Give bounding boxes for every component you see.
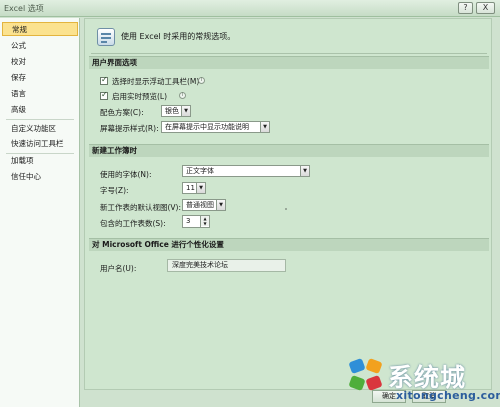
section-header-new-workbook: 新建工作簿时 bbox=[89, 144, 489, 157]
sidebar-divider bbox=[6, 119, 74, 120]
font-label: 使用的字体(N): bbox=[100, 170, 152, 179]
header-divider bbox=[91, 53, 487, 54]
sidebar-item-quick-access-toolbar[interactable]: 快速访问工具栏 bbox=[0, 137, 79, 151]
font-size-value: 11 bbox=[186, 184, 195, 192]
options-content-pane: 使用 Excel 时采用的常规选项。 用户界面选项 选择时显示浮动工具栏(M) … bbox=[84, 18, 492, 390]
icon-stroke bbox=[101, 41, 107, 43]
info-icon: i bbox=[179, 92, 186, 99]
live-preview-checkbox[interactable] bbox=[100, 90, 108, 100]
icon-stroke bbox=[101, 33, 111, 35]
screentip-style-label: 屏幕提示样式(R): bbox=[100, 124, 159, 133]
mini-toolbar-checkbox[interactable] bbox=[100, 75, 108, 85]
screentip-style-dropdown[interactable]: 在屏幕提示中显示功能说明 ▼ bbox=[161, 121, 270, 133]
color-scheme-value: 银色 bbox=[165, 107, 179, 115]
font-size-dropdown[interactable]: 11 ▼ bbox=[182, 182, 206, 194]
logo-blade-green bbox=[348, 374, 366, 392]
sheet-count-value: 3 bbox=[186, 217, 191, 225]
sidebar-item-proofing[interactable]: 校对 bbox=[0, 55, 79, 69]
stray-dot bbox=[285, 208, 287, 210]
mini-toolbar-label: 选择时显示浮动工具栏(M) bbox=[112, 77, 200, 86]
chevron-down-icon: ▼ bbox=[181, 106, 190, 116]
sidebar-item-trust-center[interactable]: 信任中心 bbox=[0, 170, 79, 184]
icon-stroke bbox=[101, 37, 111, 39]
close-button[interactable]: X bbox=[476, 2, 495, 14]
sidebar-item-add-ins[interactable]: 加载项 bbox=[0, 154, 79, 168]
chevron-down-icon: ▼ bbox=[216, 200, 225, 210]
chevron-down-icon: ▼ bbox=[260, 122, 269, 132]
chevron-down-icon: ▼ bbox=[196, 183, 205, 193]
page-description: 使用 Excel 时采用的常规选项。 bbox=[121, 32, 236, 41]
screentip-style-value: 在屏幕提示中显示功能说明 bbox=[165, 123, 249, 131]
sidebar-item-save[interactable]: 保存 bbox=[0, 71, 79, 85]
logo-blade-red bbox=[365, 374, 383, 392]
logo-blade-blue bbox=[348, 357, 366, 375]
watermark-url: xitongcheng.com bbox=[396, 389, 500, 402]
sidebar-item-formulas[interactable]: 公式 bbox=[0, 39, 79, 53]
sheet-count-spinner[interactable]: 3 ▲ ▼ bbox=[182, 215, 210, 228]
sidebar-item-advanced[interactable]: 高级 bbox=[0, 103, 79, 117]
default-view-dropdown[interactable]: 普通视图 ▼ bbox=[182, 199, 226, 211]
general-options-icon bbox=[97, 28, 115, 46]
username-field[interactable]: 深度完美技术论坛 bbox=[167, 259, 286, 272]
help-button[interactable]: ? bbox=[458, 2, 473, 14]
watermark-logo-icon bbox=[348, 357, 383, 392]
section-header-personalize: 对 Microsoft Office 进行个性化设置 bbox=[89, 238, 489, 251]
sidebar-item-customize-ribbon[interactable]: 自定义功能区 bbox=[0, 122, 79, 136]
font-dropdown[interactable]: 正文字体 ▼ bbox=[182, 165, 310, 177]
title-bar: Excel 选项 ? X bbox=[0, 0, 500, 17]
logo-blade-orange bbox=[365, 357, 383, 375]
default-view-value: 普通视图 bbox=[186, 201, 214, 209]
section-header-ui-options: 用户界面选项 bbox=[89, 56, 489, 69]
chevron-down-icon: ▼ bbox=[300, 166, 309, 176]
live-preview-label: 启用实时预览(L) bbox=[112, 92, 168, 101]
sidebar-item-general[interactable]: 常规 bbox=[2, 22, 78, 36]
font-size-label: 字号(Z): bbox=[100, 186, 129, 195]
options-sidebar: 常规 公式 校对 保存 语言 高级 自定义功能区 快速访问工具栏 加载项 信任中… bbox=[0, 18, 80, 407]
font-value: 正文字体 bbox=[186, 167, 214, 175]
color-scheme-dropdown[interactable]: 银色 ▼ bbox=[161, 105, 191, 117]
color-scheme-label: 配色方案(C): bbox=[100, 108, 144, 117]
username-label: 用户名(U): bbox=[100, 264, 137, 273]
window-title: Excel 选项 bbox=[4, 4, 44, 13]
sheet-count-label: 包含的工作表数(S): bbox=[100, 219, 166, 228]
spinner-buttons: ▲ ▼ bbox=[200, 216, 209, 227]
sidebar-item-language[interactable]: 语言 bbox=[0, 87, 79, 101]
info-icon: i bbox=[198, 77, 205, 84]
spin-down-icon[interactable]: ▼ bbox=[201, 221, 209, 226]
default-view-label: 新工作表的默认视图(V): bbox=[100, 203, 182, 212]
